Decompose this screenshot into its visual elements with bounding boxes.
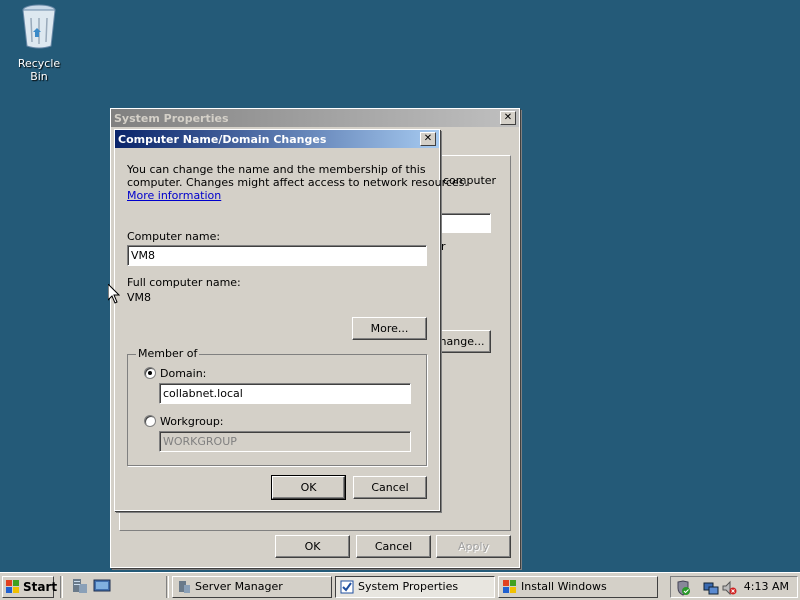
system-properties-partial-text-2: r bbox=[441, 240, 446, 253]
close-icon[interactable]: ✕ bbox=[420, 132, 436, 146]
intro-text-line-1: You can change the name and the membersh… bbox=[127, 163, 426, 176]
taskbar-separator bbox=[60, 576, 63, 598]
server-manager-quicklaunch-icon[interactable] bbox=[70, 578, 88, 594]
workgroup-label: Workgroup: bbox=[160, 415, 224, 428]
dialog-cancel-button[interactable]: Cancel bbox=[353, 476, 427, 499]
windows-flag-icon bbox=[503, 580, 516, 593]
more-information-link[interactable]: More information bbox=[127, 189, 221, 202]
computer-name-dialog-title: Computer Name/Domain Changes bbox=[118, 132, 327, 146]
full-computer-name-label: Full computer name: bbox=[127, 276, 241, 289]
taskbar-button-label: Server Manager bbox=[195, 580, 283, 593]
system-properties-titlebar[interactable]: System Properties ✕ bbox=[111, 109, 519, 127]
server-manager-icon bbox=[179, 581, 190, 593]
system-properties-ok-button[interactable]: OK bbox=[275, 535, 350, 558]
radio-selected-dot bbox=[148, 371, 152, 375]
clock[interactable]: 4:13 AM bbox=[744, 580, 789, 593]
taskbar-button-label: System Properties bbox=[358, 580, 459, 593]
computer-name-label: Computer name: bbox=[127, 230, 221, 243]
system-properties-icon bbox=[340, 580, 354, 594]
full-computer-name-value: VM8 bbox=[127, 291, 152, 304]
taskbar: Start Server Manager System Properties I… bbox=[0, 572, 800, 600]
computer-name-input[interactable]: VM8 bbox=[127, 245, 427, 266]
windows-flag-icon bbox=[6, 580, 19, 593]
close-icon[interactable]: ✕ bbox=[500, 111, 516, 125]
mouse-cursor-icon bbox=[108, 284, 120, 304]
domain-input[interactable]: collabnet.local bbox=[159, 383, 411, 404]
system-tray: 4:13 AM bbox=[670, 576, 798, 598]
system-properties-title: System Properties bbox=[114, 111, 229, 125]
system-properties-cancel-button[interactable]: Cancel bbox=[356, 535, 431, 558]
domain-radio[interactable] bbox=[144, 367, 156, 379]
more-button[interactable]: More... bbox=[352, 317, 427, 340]
workgroup-radio[interactable] bbox=[144, 415, 156, 427]
show-desktop-icon[interactable] bbox=[93, 578, 111, 594]
volume-muted-icon[interactable] bbox=[721, 580, 737, 596]
taskbar-button-system-properties[interactable]: System Properties bbox=[335, 576, 495, 598]
network-icon[interactable] bbox=[703, 580, 719, 596]
security-shield-icon[interactable] bbox=[675, 580, 691, 596]
domain-label: Domain: bbox=[160, 367, 207, 380]
taskbar-separator bbox=[166, 576, 169, 598]
start-button[interactable]: Start bbox=[2, 576, 58, 598]
recycle-bin-label: Recycle Bin bbox=[17, 57, 61, 83]
dialog-ok-button[interactable]: OK bbox=[271, 475, 346, 500]
change-button[interactable]: hange... bbox=[433, 330, 491, 353]
workgroup-input[interactable]: WORKGROUP bbox=[159, 431, 411, 452]
system-properties-partial-field bbox=[433, 213, 491, 233]
taskbar-button-label: Install Windows bbox=[521, 580, 607, 593]
start-label: Start bbox=[23, 580, 58, 594]
recycle-bin-shortcut[interactable]: Recycle Bin bbox=[8, 2, 70, 83]
taskbar-button-install-windows[interactable]: Install Windows bbox=[498, 576, 658, 598]
intro-text-line-2: computer. Changes might affect access to… bbox=[127, 176, 468, 189]
recycle-bin-icon bbox=[22, 4, 56, 49]
computer-name-dialog-titlebar[interactable]: Computer Name/Domain Changes ✕ bbox=[115, 130, 439, 148]
taskbar-button-server-manager[interactable]: Server Manager bbox=[172, 576, 332, 598]
system-properties-apply-button[interactable]: Apply bbox=[436, 535, 511, 558]
computer-name-dialog: Computer Name/Domain Changes ✕ You can c… bbox=[114, 129, 468, 511]
member-of-label: Member of bbox=[136, 347, 200, 360]
